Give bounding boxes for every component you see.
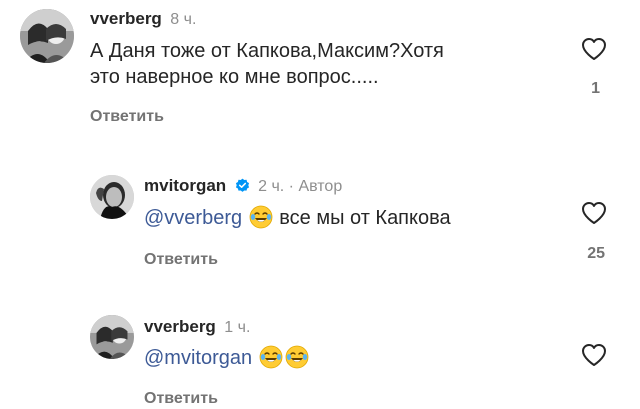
avatar-vverberg[interactable] (90, 315, 134, 359)
username[interactable]: vverberg (90, 9, 162, 28)
heart-outline-icon[interactable] (581, 37, 607, 61)
timestamp: 2 ч. (258, 178, 285, 195)
comment-text: @vverberg все мы от Капкова (144, 205, 451, 231)
avatar-vverberg[interactable] (20, 9, 74, 63)
laughing-tears-emoji-icon (285, 345, 309, 369)
separator-dot: · (288, 178, 294, 195)
timestamp: 1 ч. (224, 319, 251, 336)
timestamp: 8 ч. (170, 11, 197, 28)
two-people-avatar-icon (90, 315, 134, 359)
reply-button[interactable]: Ответить (144, 390, 218, 408)
comment-text: @mvitorgan (144, 345, 310, 371)
heart-outline-icon[interactable] (581, 201, 607, 225)
heart-outline-icon[interactable] (581, 343, 607, 367)
verified-badge-icon (235, 178, 249, 192)
reply-button[interactable]: Ответить (144, 251, 218, 269)
comment-body: все мы от Капкова (279, 207, 451, 229)
laughing-tears-emoji-icon (249, 205, 273, 229)
avatar-mvitorgan[interactable] (90, 175, 134, 219)
laughing-tears-emoji-icon (259, 345, 283, 369)
comment-text-line: это наверное ко мне вопрос..... (90, 66, 379, 88)
two-people-avatar-icon (20, 9, 74, 63)
author-label: Автор (298, 178, 343, 195)
mention-link[interactable]: @vverberg (144, 207, 242, 229)
comment-text-line: А Даня тоже от Капкова,Максим?Хотя (90, 40, 444, 62)
reply-button[interactable]: Ответить (90, 108, 164, 126)
username[interactable]: mvitorgan (144, 176, 226, 195)
man-portrait-avatar-icon (90, 175, 134, 219)
like-count: 25 (587, 245, 605, 262)
comment-text: А Даня тоже от Капкова,Максим?Хотя это н… (90, 38, 444, 90)
username[interactable]: vverberg (144, 317, 216, 336)
mention-link[interactable]: @mvitorgan (144, 347, 252, 369)
like-count: 1 (591, 80, 600, 97)
